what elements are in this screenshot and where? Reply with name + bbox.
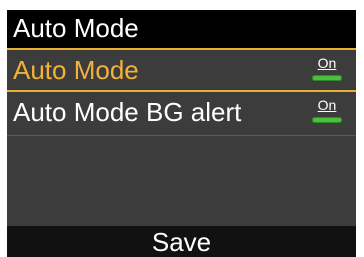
menu-item-auto-mode[interactable]: Auto Mode On [7,48,356,92]
device-screen: Auto Mode Auto Mode On Auto Mode BG aler… [7,10,356,257]
toggle-on-indicator-icon [312,75,342,81]
list-divider [7,135,356,136]
menu-item-label: Auto Mode [13,55,139,85]
auto-mode-toggle[interactable]: On [310,56,344,84]
toggle-on-indicator-icon [312,117,342,123]
menu-item-label: Auto Mode BG alert [13,97,242,127]
save-button-label: Save [151,227,212,257]
toggle-state-label: On [317,55,337,71]
save-button[interactable]: Save [7,226,356,257]
toggle-state-label: On [317,97,337,113]
auto-mode-bg-alert-toggle[interactable]: On [310,98,344,126]
menu-item-auto-mode-bg-alert[interactable]: Auto Mode BG alert On [7,92,356,136]
page-title: Auto Mode [13,13,139,43]
title-bar: Auto Mode [7,10,356,48]
